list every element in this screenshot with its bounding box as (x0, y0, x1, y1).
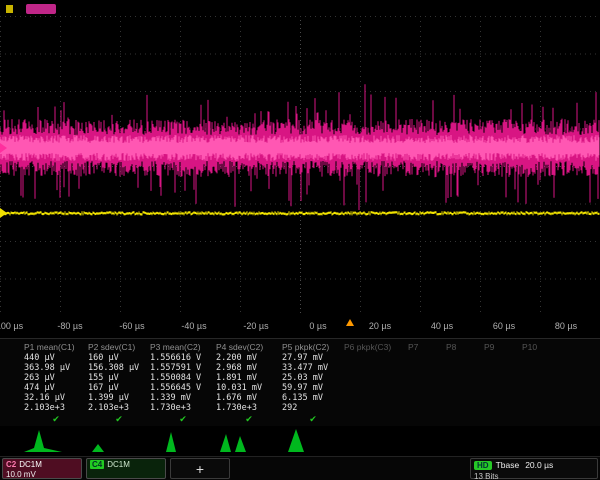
measure-value: 1.556616 V (150, 353, 216, 363)
measure-value: 1.676 mV (216, 393, 282, 403)
status-check-icon: ✔ (150, 413, 216, 425)
measure-value: 155 µV (88, 373, 150, 383)
param-header-p4[interactable]: P4 sdev(C2) (216, 341, 282, 353)
bottom-bar: C2DC1M 10.0 mV C4DC1M + HDTbase20.0 µs 1… (0, 456, 600, 480)
measure-value: 1.550084 V (150, 373, 216, 383)
param-header-p8[interactable]: P8 (446, 341, 484, 353)
measure-value: 25.03 mV (282, 373, 344, 383)
time-axis-label: -20 µs (243, 321, 268, 331)
param-header-p9[interactable]: P9 (484, 341, 522, 353)
measure-value: 2.200 mV (216, 353, 282, 363)
time-axis-label: 40 µs (431, 321, 453, 331)
table-row: 2.103e+3 2.103e+3 1.730e+3 1.730e+3 292 (24, 403, 600, 413)
time-axis-label: -100 µs (0, 321, 23, 331)
param-header-p5[interactable]: P5 pkpk(C2) (282, 341, 344, 353)
param-header-p10[interactable]: P10 (522, 341, 552, 353)
measure-value: 1.339 mV (150, 393, 216, 403)
histicon-p5[interactable] (288, 429, 318, 452)
measure-value: 263 µV (24, 373, 88, 383)
bottom-bar-spacer (234, 458, 466, 479)
channel-descriptor-c2[interactable]: C2DC1M 10.0 mV (2, 458, 82, 479)
time-axis-label: -80 µs (57, 321, 82, 331)
measure-value: 167 µV (88, 383, 150, 393)
resolution-bits-label: 13 Bits (474, 472, 498, 480)
waveform-display[interactable] (0, 16, 600, 316)
coupling-label: DC1M (107, 460, 130, 469)
measure-value: 27.97 mV (282, 353, 344, 363)
top-status-bar (0, 0, 600, 16)
table-row: 32.16 µV 1.399 µV 1.339 mV 1.676 mV 6.13… (24, 393, 600, 403)
measurement-table: P1 mean(C1) P2 sdev(C1) P3 mean(C2) P4 s… (0, 338, 600, 426)
measure-value: 32.16 µV (24, 393, 88, 403)
histicon-p2[interactable] (92, 444, 118, 452)
hd-mode-badge: HD (474, 461, 492, 470)
time-axis-label: 20 µs (369, 321, 391, 331)
histicon-p4[interactable] (220, 434, 262, 452)
time-axis-label: 0 µs (309, 321, 326, 331)
time-axis-label: 80 µs (555, 321, 577, 331)
crosshair-icon: + (196, 461, 204, 477)
status-check-icon: ✔ (88, 413, 150, 425)
status-badge (26, 4, 56, 14)
time-axis-label: -40 µs (181, 321, 206, 331)
table-row: 363.98 µV 156.308 µV 1.557591 V 2.968 mV… (24, 363, 600, 373)
table-row: 474 µV 167 µV 1.556645 V 10.031 mV 59.97… (24, 383, 600, 393)
timebase-label: Tbase (496, 460, 520, 470)
measure-value: 292 (282, 403, 344, 413)
time-axis-label: 60 µs (493, 321, 515, 331)
measure-value: 2.968 mV (216, 363, 282, 373)
param-header-p3[interactable]: P3 mean(C2) (150, 341, 216, 353)
measure-value: 160 µV (88, 353, 150, 363)
channel-label: C4 (90, 460, 104, 469)
measure-value: 156.308 µV (88, 363, 150, 373)
measure-value: 10.031 mV (216, 383, 282, 393)
status-led-icon (6, 5, 13, 13)
status-check-icon: ✔ (24, 413, 88, 425)
table-row: 440 µV 160 µV 1.556616 V 2.200 mV 27.97 … (24, 353, 600, 363)
waveform-grid (0, 16, 600, 316)
channel-descriptor-c4[interactable]: C4DC1M (86, 458, 166, 479)
time-axis: -100 µs -80 µs -60 µs -40 µs -20 µs 0 µs… (0, 316, 600, 338)
timebase-value: 20.0 µs (525, 460, 553, 470)
measure-value: 2.103e+3 (24, 403, 88, 413)
measure-value: 440 µV (24, 353, 88, 363)
measure-value: 1.556645 V (150, 383, 216, 393)
coupling-label: DC1M (19, 460, 42, 469)
measure-value: 6.135 mV (282, 393, 344, 403)
measure-value: 2.103e+3 (88, 403, 150, 413)
measure-value: 1.730e+3 (216, 403, 282, 413)
measure-value: 1.891 mV (216, 373, 282, 383)
param-header-p6[interactable]: P6 pkpk(C3) (344, 341, 408, 353)
measure-value: 1.730e+3 (150, 403, 216, 413)
c1-trace-marker-icon[interactable] (0, 208, 7, 218)
histicon-p1[interactable] (24, 430, 62, 452)
status-check-icon: ✔ (216, 413, 282, 425)
channel-scale: 10.0 mV (6, 470, 78, 480)
c2-trace-marker-icon[interactable] (0, 143, 7, 153)
table-status-row: ✔ ✔ ✔ ✔ ✔ (24, 413, 600, 423)
timebase-descriptor[interactable]: HD Tbase 20.0 µs 13 Bits (470, 458, 598, 479)
measure-value: 33.477 mV (282, 363, 344, 373)
crosshair-cursor-button[interactable]: + (170, 458, 230, 479)
param-header-p7[interactable]: P7 (408, 341, 446, 353)
status-check-icon: ✔ (282, 413, 344, 425)
measure-value: 59.97 mV (282, 383, 344, 393)
table-row: 263 µV 155 µV 1.550084 V 1.891 mV 25.03 … (24, 373, 600, 383)
oscilloscope-screen: -100 µs -80 µs -60 µs -40 µs -20 µs 0 µs… (0, 0, 600, 480)
histogram-strip (0, 426, 600, 456)
measure-value: 1.399 µV (88, 393, 150, 403)
measure-value: 363.98 µV (24, 363, 88, 373)
param-header-p2[interactable]: P2 sdev(C1) (88, 341, 150, 353)
table-header-row: P1 mean(C1) P2 sdev(C1) P3 mean(C2) P4 s… (24, 341, 600, 353)
time-axis-label: -60 µs (119, 321, 144, 331)
channel-label: C2 (6, 460, 16, 469)
measure-value: 474 µV (24, 383, 88, 393)
histicon-p3[interactable] (156, 432, 190, 452)
measure-value: 1.557591 V (150, 363, 216, 373)
trigger-position-icon[interactable] (346, 319, 354, 326)
param-header-p1[interactable]: P1 mean(C1) (24, 341, 88, 353)
